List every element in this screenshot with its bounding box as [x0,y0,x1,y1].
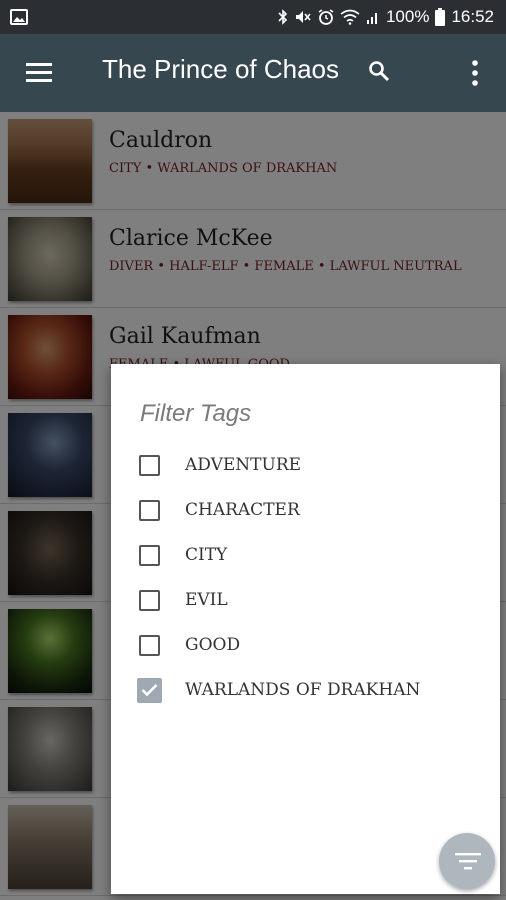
tag-option-evil[interactable]: EVIL [137,587,477,619]
checkbox[interactable] [139,455,160,476]
tag-label: ADVENTURE [185,455,302,475]
battery-percent: 100% [385,7,430,26]
tag-label: WARLANDS OF DRAKHAN [185,680,421,700]
bluetooth-icon [278,9,288,25]
mute-icon [295,11,311,23]
tag-label: EVIL [185,590,228,610]
signal-icon [366,13,377,24]
tag-option-character[interactable]: CHARACTER [137,497,477,529]
app-bar: The Prince of Chaos [0,34,506,112]
more-vert-icon [472,60,478,86]
status-icons: 100% 16:52 [278,6,494,28]
hamburger-menu-icon [26,63,52,82]
checkbox[interactable] [139,635,160,656]
page-title: The Prince of Chaos [102,54,340,84]
tag-option-city[interactable]: CITY [137,542,477,574]
wifi-icon [340,9,360,25]
tag-option-good[interactable]: GOOD [137,632,477,664]
tag-option-warlands-of-drakhan[interactable]: WARLANDS OF DRAKHAN [137,677,477,709]
clock: 16:52 [451,7,494,26]
search-button[interactable] [368,60,394,86]
filter-list-icon [455,853,481,870]
dialog-title: Filter Tags [140,400,252,427]
alarm-icon [318,9,334,25]
checkmark-icon [141,684,158,697]
checkbox-checked[interactable] [137,678,162,703]
gallery-notification-icon [10,9,28,25]
tag-label: GOOD [185,635,241,655]
filter-tags-dialog: Filter Tags ADVENTURE CHARACTER CITY EVI… [111,364,500,894]
checkbox[interactable] [139,590,160,611]
overflow-menu-button[interactable] [464,58,486,88]
filter-fab[interactable] [439,833,495,889]
menu-button[interactable] [22,58,58,88]
tag-label: CITY [185,545,228,565]
checkbox[interactable] [139,545,160,566]
battery-icon [435,8,446,26]
checkbox[interactable] [139,500,160,521]
search-icon [369,61,390,82]
tag-label: CHARACTER [185,500,300,520]
tag-option-adventure[interactable]: ADVENTURE [137,452,477,484]
status-bar: 100% 16:52 [0,0,506,34]
